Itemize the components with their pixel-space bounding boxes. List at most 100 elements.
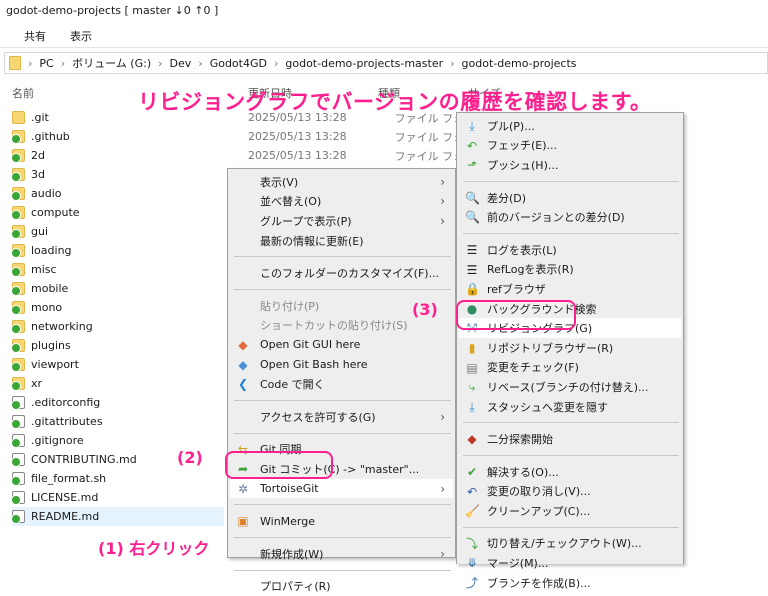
breadcrumb-item[interactable]: ボリューム (G:) bbox=[72, 55, 151, 71]
folder-icon bbox=[12, 320, 25, 333]
menu-item[interactable]: ◆二分探索開始 bbox=[459, 429, 681, 449]
file-row[interactable]: audio bbox=[12, 184, 224, 203]
menu-item[interactable]: ⤓プル(P)... bbox=[459, 116, 681, 136]
menu-item[interactable]: ⤋マージ(M)... bbox=[459, 553, 681, 573]
folder-icon bbox=[12, 339, 25, 352]
branch-icon: ⤴ bbox=[465, 576, 479, 590]
file-row[interactable]: file_format.sh bbox=[12, 469, 224, 488]
breadcrumb-item[interactable]: Godot4GD bbox=[210, 57, 267, 70]
menu-item[interactable]: ⬏プッシュ(H)... bbox=[459, 155, 681, 175]
menu-item[interactable]: 表示(V) › bbox=[230, 172, 453, 192]
menu-item[interactable]: ↶フェッチ(E)... bbox=[459, 136, 681, 156]
file-name: 2d bbox=[31, 149, 45, 162]
menu-item[interactable]: グループで表示(P)› bbox=[230, 211, 453, 231]
address-bar[interactable]: ›PC›ボリューム (G:)›Dev›Godot4GD›godot-demo-p… bbox=[4, 52, 768, 74]
menu-item[interactable]: 🔒refブラウザ bbox=[459, 279, 681, 299]
folder-icon bbox=[12, 244, 25, 257]
menu-item[interactable]: ✲TortoiseGit› bbox=[230, 479, 453, 499]
breadcrumb-item[interactable]: godot-demo-projects-master bbox=[285, 57, 443, 70]
annotation-step2: (2) bbox=[177, 448, 203, 467]
chevron-right-icon: › bbox=[440, 194, 445, 208]
menu-item[interactable]: このフォルダーのカスタマイズ(F)... bbox=[230, 263, 453, 283]
menu-item-label: プル(P)... bbox=[487, 118, 535, 134]
check-changes-icon: ▤ bbox=[465, 361, 479, 375]
file-row[interactable]: mobile bbox=[12, 279, 224, 298]
file-row[interactable]: .github bbox=[12, 127, 224, 146]
menu-separator bbox=[234, 537, 451, 538]
menu-item[interactable]: 🔍差分(D) bbox=[459, 188, 681, 208]
chevron-right-icon: › bbox=[61, 57, 65, 70]
menu-item-label: ログを表示(L) bbox=[487, 242, 557, 258]
menu-separator bbox=[234, 570, 451, 571]
file-row[interactable]: plugins bbox=[12, 336, 224, 355]
file-name: .git bbox=[31, 111, 49, 124]
file-name: 3d bbox=[31, 168, 45, 181]
menu-item-label: TortoiseGit bbox=[260, 482, 319, 495]
file-name: compute bbox=[31, 206, 80, 219]
ribbon-tab-view[interactable]: 表示 bbox=[70, 28, 92, 44]
menu-item[interactable]: ☰RefLogを表示(R) bbox=[459, 260, 681, 280]
menu-item[interactable]: 最新の情報に更新(E) bbox=[230, 231, 453, 251]
ribbon-tab-share[interactable]: 共有 bbox=[24, 28, 46, 44]
menu-item[interactable]: 並べ替え(O)› bbox=[230, 192, 453, 212]
menu-item[interactable]: 新規作成(W)› bbox=[230, 544, 453, 564]
column-name[interactable]: 名前 bbox=[12, 85, 34, 101]
push-icon: ⬏ bbox=[465, 158, 479, 172]
menu-item[interactable]: ❮Code で開く bbox=[230, 374, 453, 394]
menu-item[interactable]: 🔍前のバージョンとの差分(D) bbox=[459, 207, 681, 227]
diff-icon: 🔍 bbox=[465, 191, 479, 205]
menu-item-label: WinMerge bbox=[260, 515, 315, 528]
menu-item[interactable]: ▮リポジトリブラウザー(R) bbox=[459, 338, 681, 358]
file-row[interactable]: misc bbox=[12, 260, 224, 279]
menu-item-label: 表示(V) bbox=[260, 174, 298, 190]
menu-item[interactable]: ⤵切り替え/チェックアウト(W)... bbox=[459, 534, 681, 554]
menu-item[interactable]: プロパティ(R) bbox=[230, 577, 453, 596]
file-row[interactable]: .editorconfig bbox=[12, 393, 224, 412]
git-gui-icon: ◆ bbox=[236, 338, 250, 352]
menu-item-label: 前のバージョンとの差分(D) bbox=[487, 209, 625, 225]
menu-item-label: Code で開く bbox=[260, 376, 325, 392]
file-name: file_format.sh bbox=[31, 472, 106, 485]
menu-item-label: 変更の取り消し(V)... bbox=[487, 483, 591, 499]
file-row[interactable]: xr bbox=[12, 374, 224, 393]
file-row[interactable]: LICENSE.md bbox=[12, 488, 224, 507]
file-row[interactable]: mono bbox=[12, 298, 224, 317]
file-row[interactable]: viewport bbox=[12, 355, 224, 374]
breadcrumb-item[interactable]: PC bbox=[39, 57, 53, 70]
menu-item[interactable]: ▣WinMerge bbox=[230, 511, 453, 531]
file-name: xr bbox=[31, 377, 42, 390]
menu-item[interactable]: ☰ログを表示(L) bbox=[459, 240, 681, 260]
file-row[interactable]: 2d bbox=[12, 146, 224, 165]
ref-browser-icon: 🔒 bbox=[465, 282, 479, 296]
file-name: networking bbox=[31, 320, 93, 333]
file-row[interactable]: 3d bbox=[12, 165, 224, 184]
menu-item[interactable]: アクセスを許可する(G)› bbox=[230, 407, 453, 427]
chevron-right-icon: › bbox=[440, 482, 445, 496]
file-row[interactable]: README.md bbox=[12, 507, 224, 526]
file-modified: 2025/05/13 13:28 bbox=[248, 130, 347, 143]
chevron-right-icon: › bbox=[440, 547, 445, 561]
menu-item[interactable]: ▤変更をチェック(F) bbox=[459, 358, 681, 378]
menu-separator bbox=[463, 455, 679, 456]
menu-item[interactable]: ↶変更の取り消し(V)... bbox=[459, 482, 681, 502]
file-row[interactable]: networking bbox=[12, 317, 224, 336]
menu-item[interactable]: ◆Open Git Bash here bbox=[230, 355, 453, 375]
file-row[interactable]: gui bbox=[12, 222, 224, 241]
file-icon bbox=[12, 491, 25, 504]
menu-item[interactable]: 🧹クリーンアップ(C)... bbox=[459, 501, 681, 521]
file-row[interactable]: loading bbox=[12, 241, 224, 260]
breadcrumb-item[interactable]: Dev bbox=[170, 57, 192, 70]
menu-item[interactable]: ◆Open Git GUI here bbox=[230, 335, 453, 355]
chevron-right-icon: › bbox=[440, 175, 445, 189]
menu-item[interactable]: ✔解決する(O)... bbox=[459, 462, 681, 482]
file-row[interactable]: .gitattributes bbox=[12, 412, 224, 431]
menu-item[interactable]: ⤓スタッシュへ変更を隠す bbox=[459, 397, 681, 417]
file-row[interactable]: compute bbox=[12, 203, 224, 222]
cleanup-icon: 🧹 bbox=[465, 504, 479, 518]
menu-separator bbox=[463, 422, 679, 423]
menu-item[interactable]: ⤴ブランチを作成(B)... bbox=[459, 573, 681, 593]
breadcrumb-item[interactable]: godot-demo-projects bbox=[462, 57, 577, 70]
folder-icon bbox=[12, 130, 25, 143]
menu-item-label: プロパティ(R) bbox=[260, 578, 331, 594]
menu-item[interactable]: ⤷リベース(ブランチの付け替え)... bbox=[459, 377, 681, 397]
